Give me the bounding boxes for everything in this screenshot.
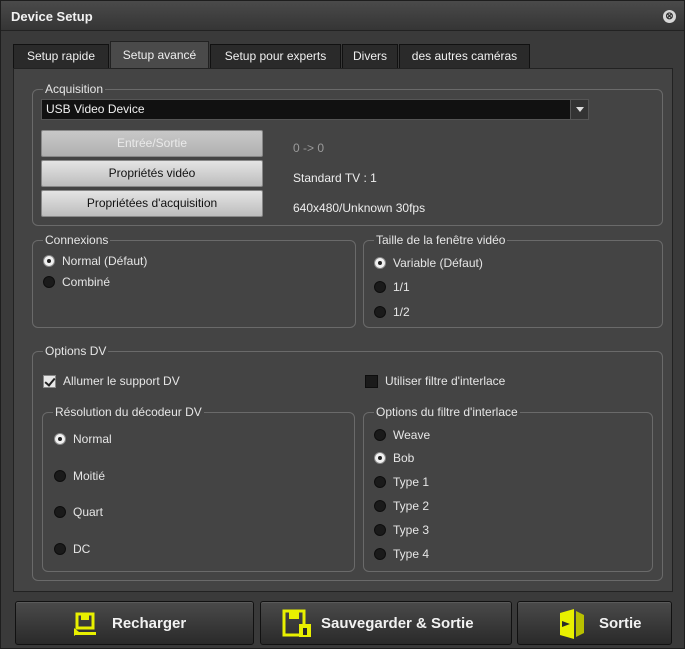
tab-autres-cameras[interactable]: des autres caméras [399, 44, 530, 68]
radio-normal-defaut[interactable]: Normal (Défaut) [43, 254, 147, 268]
radio-label: DC [73, 542, 91, 556]
checkbox-box [43, 374, 56, 388]
reload-button[interactable]: Recharger [15, 601, 254, 645]
radio-dot [374, 476, 386, 488]
radio-filter-type3[interactable]: Type 3 [374, 523, 429, 537]
checkbox-label: Utiliser filtre d'interlace [385, 374, 506, 388]
radio-filter-type2[interactable]: Type 2 [374, 499, 429, 513]
reload-icon [74, 612, 96, 636]
radio-dot [54, 543, 66, 555]
radio-label: Type 2 [393, 499, 430, 513]
radio-label: Variable (Défaut) [393, 256, 483, 270]
save-exit-button[interactable]: Sauvegarder & Sortie [260, 601, 512, 645]
device-select-value: USB Video Device [46, 102, 145, 116]
save-exit-label: Sauvegarder & Sortie [321, 615, 474, 632]
radio-filter-bob[interactable]: Bob [374, 451, 414, 465]
radio-label: Quart [73, 505, 104, 519]
radio-dot [374, 500, 386, 512]
chevron-down-icon[interactable] [570, 100, 588, 119]
radio-dot [54, 470, 66, 482]
tab-setup-experts[interactable]: Setup pour experts [210, 44, 341, 68]
reload-label: Recharger [112, 615, 187, 632]
tab-setup-rapide[interactable]: Setup rapide [13, 44, 109, 68]
radio-decoder-normal[interactable]: Normal [54, 432, 112, 446]
radio-decoder-quart[interactable]: Quart [54, 505, 103, 519]
radio-dot [374, 257, 386, 269]
radio-label: 1/1 [393, 280, 410, 294]
radio-decoder-dc[interactable]: DC [54, 542, 90, 556]
radio-label: Type 3 [393, 523, 430, 537]
radio-dot [43, 276, 55, 288]
radio-dot [374, 306, 386, 318]
radio-1-2[interactable]: 1/2 [374, 305, 410, 319]
io-info: 0 -> 0 [293, 141, 325, 155]
acquisition-label: Acquisition [43, 82, 106, 96]
enable-dv-support-checkbox[interactable]: Allumer le support DV [43, 374, 180, 388]
acquisition-properties-button[interactable]: Propriétées d'acquisition [41, 190, 263, 217]
title-bar: Device Setup ⊗ [1, 1, 684, 31]
tv-standard-info: Standard TV : 1 [293, 171, 377, 185]
dv-decoder-label: Résolution du décodeur DV [53, 405, 204, 419]
radio-label: Weave [393, 428, 431, 442]
window-size-label: Taille de la fenêtre vidéo [374, 233, 508, 247]
radio-dot [374, 452, 386, 464]
radio-label: Combiné [62, 275, 111, 289]
radio-filter-weave[interactable]: Weave [374, 428, 430, 442]
exit-icon [560, 609, 584, 639]
interlace-options-label: Options du filtre d'interlace [374, 405, 520, 419]
interlace-filter-checkbox[interactable]: Utiliser filtre d'interlace [365, 374, 505, 388]
radio-dot [374, 281, 386, 293]
radio-dot [43, 255, 55, 267]
dv-options-label: Options DV [43, 344, 109, 358]
tab-divers[interactable]: Divers [342, 44, 398, 68]
radio-label: Moitié [73, 469, 106, 483]
radio-dot [54, 506, 66, 518]
radio-filter-type1[interactable]: Type 1 [374, 475, 429, 489]
checkbox-label: Allumer le support DV [63, 374, 180, 388]
window-title: Device Setup [11, 9, 93, 24]
radio-filter-type4[interactable]: Type 4 [374, 547, 429, 561]
radio-label: Normal (Défaut) [62, 254, 148, 268]
video-properties-button[interactable]: Propriétés vidéo [41, 160, 263, 187]
connexions-label: Connexions [43, 233, 111, 247]
close-icon[interactable]: ⊗ [663, 10, 676, 23]
radio-label: Normal [73, 432, 112, 446]
exit-label: Sortie [599, 615, 642, 632]
radio-label: Type 4 [393, 547, 430, 561]
radio-decoder-moitie[interactable]: Moitié [54, 469, 105, 483]
radio-1-1[interactable]: 1/1 [374, 280, 410, 294]
checkbox-box [365, 374, 378, 388]
radio-dot [374, 548, 386, 560]
tab-setup-avance[interactable]: Setup avancé [110, 41, 209, 68]
device-setup-window: Device Setup ⊗ Setup rapide Setup avancé… [0, 0, 685, 649]
save-exit-icon [282, 609, 311, 637]
radio-dot [54, 433, 66, 445]
radio-label: 1/2 [393, 305, 410, 319]
radio-label: Bob [393, 451, 415, 465]
radio-dot [374, 524, 386, 536]
device-select[interactable]: USB Video Device [41, 99, 589, 120]
radio-dot [374, 429, 386, 441]
radio-combine[interactable]: Combiné [43, 275, 110, 289]
format-info: 640x480/Unknown 30fps [293, 201, 426, 215]
io-button[interactable]: Entrée/Sortie [41, 130, 263, 157]
exit-button[interactable]: Sortie [517, 601, 672, 645]
radio-variable[interactable]: Variable (Défaut) [374, 256, 483, 270]
radio-label: Type 1 [393, 475, 430, 489]
